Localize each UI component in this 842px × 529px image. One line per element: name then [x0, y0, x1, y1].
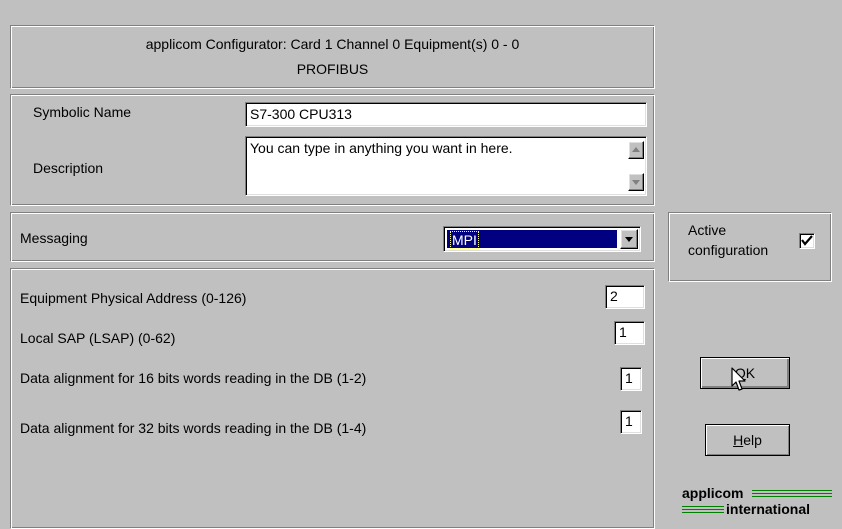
help-button-label: Help: [706, 425, 789, 455]
description-label: Description: [33, 160, 104, 176]
param-label-lsap: Local SAP (LSAP) (0-62): [20, 330, 176, 346]
help-rest: elp: [743, 432, 762, 448]
physical-address-value: 2: [610, 288, 618, 304]
symbolic-name-label: Symbolic Name: [33, 104, 132, 120]
logo-stripes-bottom: [682, 506, 724, 514]
messaging-dropdown-button[interactable]: [620, 229, 638, 249]
symbolic-name-value: S7-300 CPU313: [250, 106, 352, 122]
active-config-checkbox[interactable]: [799, 233, 815, 249]
applicom-logo: applicom international: [682, 485, 834, 525]
description-textarea[interactable]: You can type in anything you want in her…: [245, 136, 647, 196]
scroll-down-button[interactable]: [628, 173, 644, 191]
messaging-selected-value: MPI: [450, 231, 479, 249]
align32-value: 1: [625, 413, 633, 429]
logo-text-international: international: [726, 501, 811, 517]
lsap-input[interactable]: 1: [614, 321, 645, 345]
checkmark-icon: [801, 235, 813, 246]
param-label-physical-address: Equipment Physical Address (0-126): [20, 290, 247, 306]
scroll-up-button[interactable]: [628, 141, 644, 159]
window-title: applicom Configurator: Card 1 Channel 0 …: [145, 36, 520, 52]
arrow-down-icon: [632, 180, 640, 185]
align16-input[interactable]: 1: [620, 367, 642, 391]
messaging-select[interactable]: MPI: [443, 226, 641, 252]
chevron-down-icon: [625, 237, 633, 242]
messaging-selected-highlight: MPI: [447, 230, 617, 249]
symbolic-name-input[interactable]: S7-300 CPU313: [245, 102, 647, 127]
align16-value: 1: [625, 370, 633, 386]
param-label-align16: Data alignment for 16 bits words reading…: [20, 370, 367, 386]
parameters-panel: [10, 268, 655, 529]
param-label-align32: Data alignment for 32 bits words reading…: [20, 420, 367, 436]
help-mnemonic: H: [733, 432, 744, 448]
description-value: You can type in anything you want in her…: [250, 140, 513, 156]
active-config-label-2: configuration: [688, 242, 769, 258]
help-button[interactable]: Help: [705, 424, 790, 456]
logo-text-applicom: applicom: [682, 485, 744, 501]
arrow-up-icon: [632, 147, 640, 152]
mouse-cursor-icon: [731, 367, 746, 391]
protocol-title: PROFIBUS: [296, 61, 369, 77]
active-config-label-1: Active: [688, 222, 727, 238]
logo-stripes-top: [752, 490, 832, 498]
messaging-label: Messaging: [20, 230, 88, 246]
physical-address-input[interactable]: 2: [605, 285, 645, 309]
header-panel: applicom Configurator: Card 1 Channel 0 …: [10, 25, 655, 89]
lsap-value: 1: [619, 324, 627, 340]
align32-input[interactable]: 1: [620, 410, 642, 434]
